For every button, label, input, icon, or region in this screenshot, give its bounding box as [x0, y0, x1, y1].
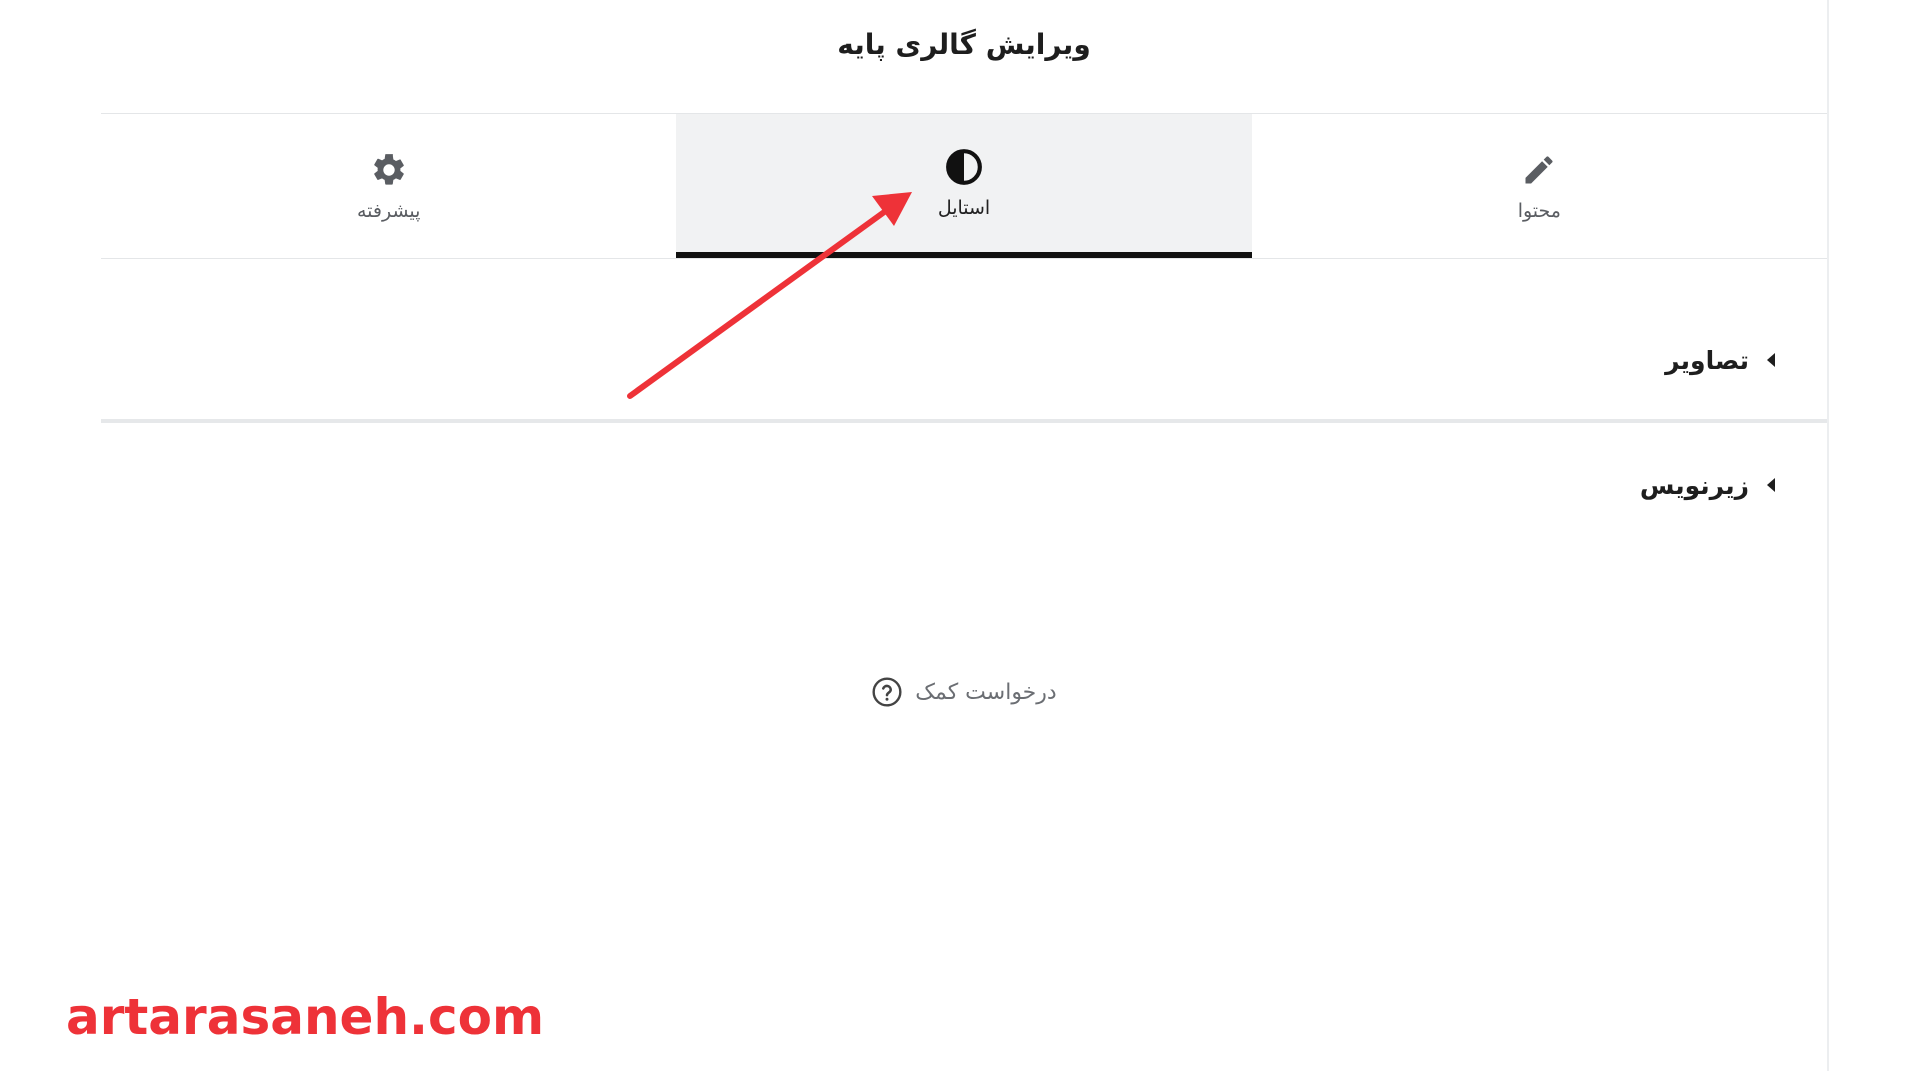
help-link[interactable]: درخواست کمک — [101, 676, 1827, 708]
section-divider — [101, 419, 1827, 423]
panel-title: ویرایش گالری پایه — [837, 28, 1091, 61]
page: ویرایش گالری پایه محتوا استایل پیشرفته ت… — [0, 0, 1920, 1080]
tab-content[interactable]: محتوا — [1252, 114, 1827, 258]
editor-panel: ویرایش گالری پایه محتوا استایل پیشرفته ت… — [101, 0, 1829, 1071]
tab-style[interactable]: استایل — [676, 114, 1252, 258]
tab-content-label: محتوا — [1517, 200, 1561, 222]
half-circle-contrast-icon — [944, 147, 984, 187]
tab-style-label: استایل — [937, 197, 991, 219]
section-caption-toggle[interactable]: زیرنویس — [101, 455, 1827, 515]
tab-bar: محتوا استایل پیشرفته — [101, 113, 1827, 259]
section-images-toggle[interactable]: تصاویر — [101, 330, 1827, 390]
caret-left-icon — [1767, 478, 1775, 492]
help-label: درخواست کمک — [915, 679, 1057, 705]
gear-icon — [369, 150, 409, 190]
tab-advanced-label: پیشرفته — [356, 200, 421, 222]
pencil-icon — [1519, 150, 1559, 190]
section-caption-label: زیرنویس — [1639, 470, 1749, 500]
tab-advanced[interactable]: پیشرفته — [101, 114, 676, 258]
caret-left-icon — [1767, 353, 1775, 367]
watermark-text: artarasaneh.com — [66, 988, 545, 1046]
question-circle-icon — [871, 676, 903, 708]
section-images-label: تصاویر — [1665, 345, 1749, 375]
